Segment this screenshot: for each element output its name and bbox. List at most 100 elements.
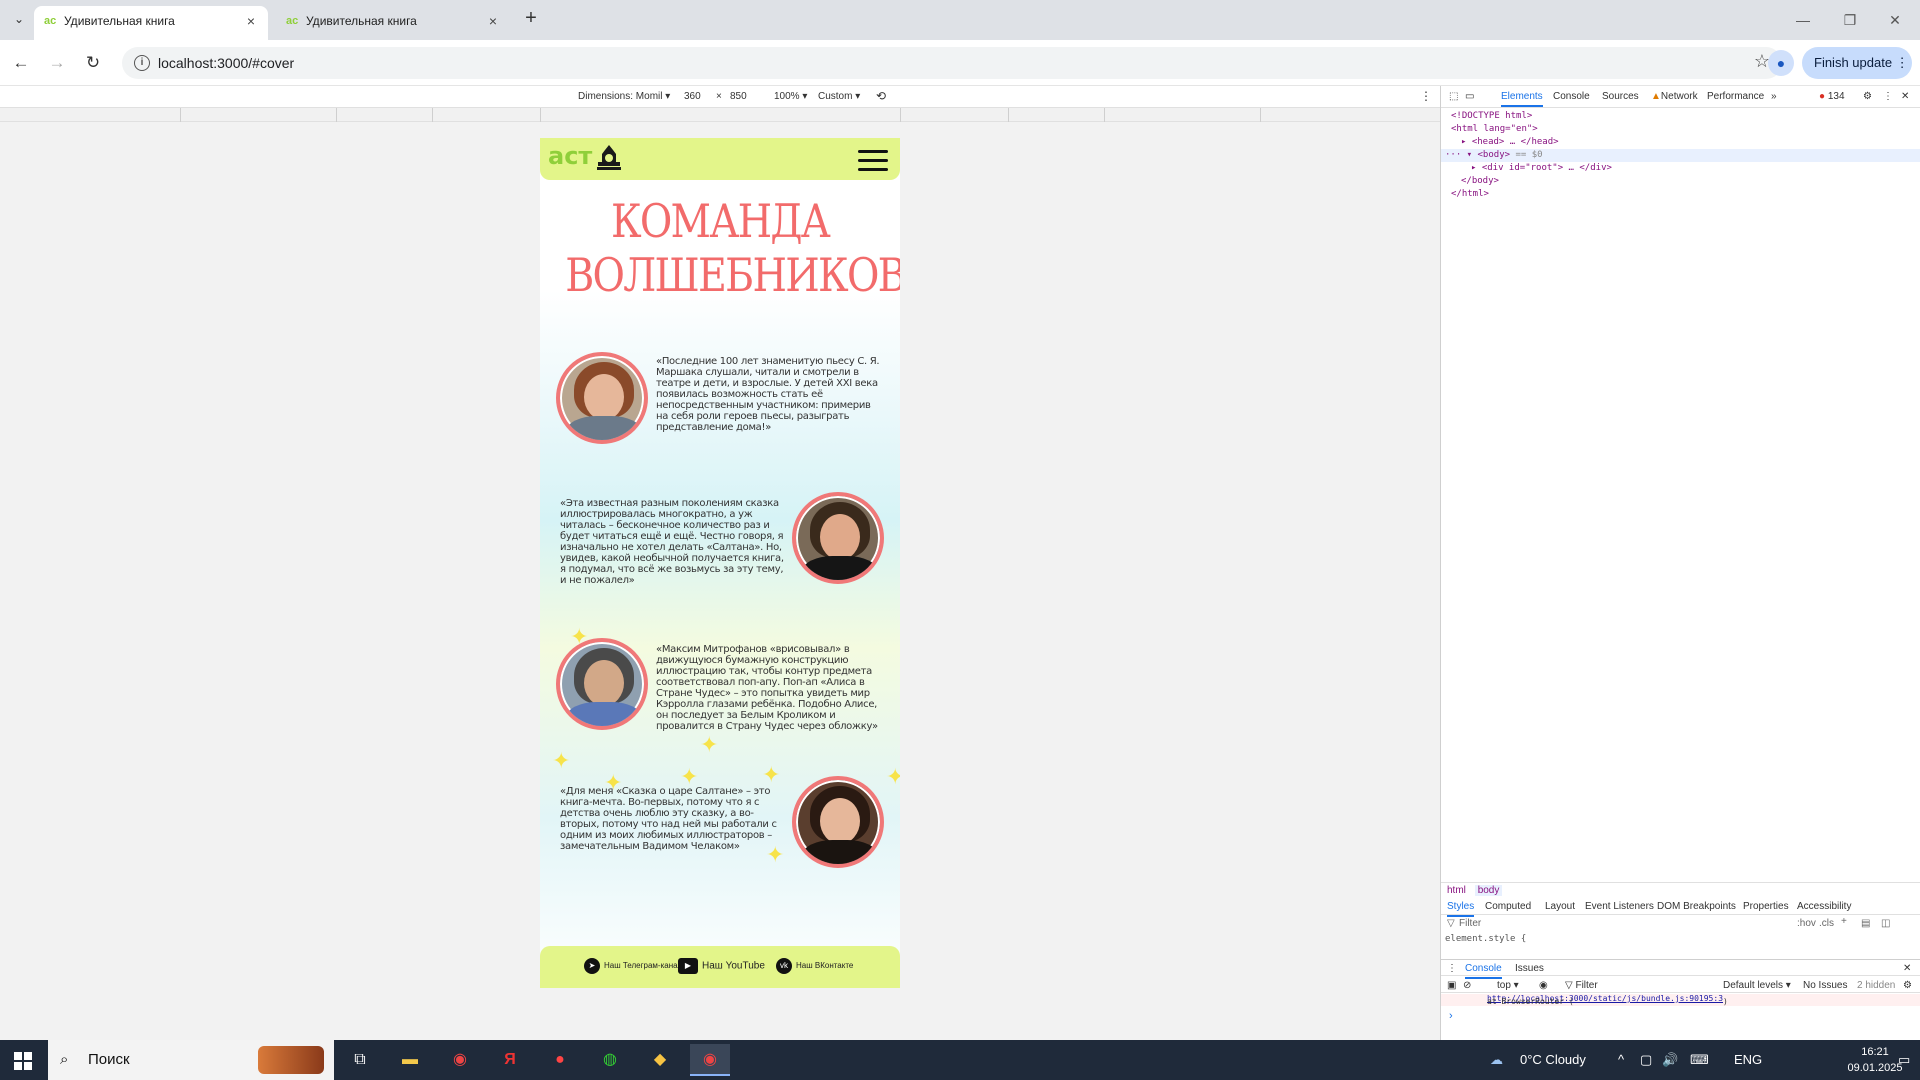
tab-sources[interactable]: Sources — [1602, 91, 1639, 102]
rotate-icon[interactable]: ⟲ — [876, 89, 886, 103]
spotify-icon[interactable]: ◍ — [590, 1044, 630, 1076]
telegram-link[interactable]: ➤ Наш Телеграм-канал — [584, 958, 682, 974]
tray-overflow-icon[interactable]: ^ — [1618, 1040, 1624, 1080]
menu-burger-button[interactable] — [858, 150, 888, 172]
context-selector[interactable]: top ▾ — [1497, 980, 1519, 991]
dom-html[interactable]: <html lang="en"> — [1441, 123, 1920, 136]
devtools-menu-icon[interactable]: ⋮ — [1883, 91, 1893, 102]
more-tabs-icon[interactable]: » — [1771, 91, 1777, 102]
close-drawer-icon[interactable]: ✕ — [1903, 963, 1911, 974]
log-levels-dropdown[interactable]: Default levels ▾ — [1723, 980, 1791, 991]
dom-html-close[interactable]: </html> — [1441, 188, 1920, 201]
tab-dom-breakpoints[interactable]: DOM Breakpoints — [1657, 901, 1736, 912]
zoom-dropdown[interactable]: 100% ▾ — [774, 91, 807, 102]
media-query-ruler[interactable] — [0, 108, 1440, 122]
sparkle-icon: ✦ — [886, 764, 900, 789]
error-counter[interactable]: ● 134 — [1819, 91, 1845, 102]
styles-filter-input[interactable]: Filter — [1459, 918, 1481, 929]
dimensions-dropdown[interactable]: Dimensions: Momil ▾ — [578, 91, 670, 102]
sidebar-toggle-icon[interactable]: ◫ — [1881, 918, 1890, 929]
element-style-rule[interactable]: element.style { — [1445, 934, 1526, 944]
ast-logo[interactable]: аст — [548, 142, 592, 170]
chrome-open-icon[interactable]: ◉ — [690, 1044, 730, 1076]
yandex-browser-icon[interactable]: ● — [540, 1044, 580, 1076]
youtube-label: Наш YouTube — [702, 960, 765, 972]
tab-layout[interactable]: Layout — [1545, 901, 1575, 912]
tab-computed[interactable]: Computed — [1485, 901, 1531, 912]
finish-update-label: Finish update — [1814, 55, 1893, 70]
tab-network[interactable]: ▲Network — [1651, 91, 1698, 102]
volume-icon[interactable]: 🔊 — [1662, 1040, 1678, 1080]
site-info-icon[interactable]: i — [134, 55, 150, 71]
close-window-button[interactable]: ✕ — [1880, 8, 1910, 32]
live-expression-icon[interactable]: ◉ — [1539, 980, 1548, 991]
tab-styles[interactable]: Styles — [1447, 901, 1475, 917]
tab-accessibility[interactable]: Accessibility — [1797, 901, 1851, 912]
console-filter-input[interactable]: ▽ Filter — [1565, 980, 1598, 991]
clear-console-icon[interactable]: ⊘ — [1463, 980, 1471, 991]
throttle-dropdown[interactable]: Custom ▾ — [818, 91, 860, 102]
crumb-body[interactable]: body — [1474, 885, 1503, 896]
new-tab-button[interactable]: + — [520, 8, 542, 30]
close-devtools-icon[interactable]: ✕ — [1901, 91, 1909, 102]
vk-link[interactable]: vk Наш ВКонтакте — [776, 958, 853, 974]
tab-elements[interactable]: Elements — [1501, 91, 1543, 107]
height-input[interactable]: 850 — [730, 91, 747, 102]
hov-toggle[interactable]: :hov — [1797, 918, 1816, 929]
dom-root-div[interactable]: ▸ <div id="root"> … </div> — [1441, 162, 1920, 175]
close-tab-icon[interactable]: × — [244, 14, 258, 29]
dom-body-close[interactable]: </body> — [1441, 175, 1920, 188]
drawer-tab-issues[interactable]: Issues — [1515, 963, 1544, 974]
task-view-icon[interactable]: ⧉ — [340, 1044, 380, 1076]
file-explorer-icon[interactable]: ▬ — [390, 1044, 430, 1076]
dom-body[interactable]: ··· ▾ <body> == $0 — [1441, 149, 1920, 162]
inspect-icon[interactable]: ⬚ — [1449, 91, 1458, 102]
console-sidebar-icon[interactable]: ▣ — [1447, 980, 1456, 991]
log-levels-label: Default levels — [1723, 980, 1784, 991]
weather-icon[interactable]: ☁ — [1490, 1040, 1503, 1080]
dom-tree[interactable]: <!DOCTYPE html> <html lang="en"> ▸ <head… — [1441, 110, 1920, 201]
youtube-link[interactable]: ▶ Наш YouTube — [678, 958, 765, 975]
tab-console[interactable]: Console — [1553, 91, 1590, 102]
taskbar-search[interactable]: ⌕ Поиск — [48, 1040, 334, 1080]
notifications-icon[interactable]: ▭ — [1898, 1040, 1910, 1080]
chrome-icon[interactable]: ◉ — [440, 1044, 480, 1076]
reload-button[interactable]: ↻ — [80, 50, 106, 76]
weather-text[interactable]: 0°C Cloudy — [1520, 1040, 1586, 1080]
crumb-html[interactable]: html — [1447, 885, 1466, 896]
profile-avatar[interactable]: ● — [1768, 50, 1794, 76]
tab-active[interactable]: ас Удивительная книга × — [34, 6, 268, 40]
no-issues-badge[interactable]: No Issues — [1803, 980, 1847, 991]
more-options-icon[interactable]: ⋮ — [1420, 89, 1432, 103]
drawer-menu-icon[interactable]: ⋮ — [1447, 963, 1457, 974]
console-settings-gear-icon[interactable]: ⚙ — [1903, 980, 1912, 991]
tab-properties[interactable]: Properties — [1743, 901, 1789, 912]
minimize-button[interactable]: — — [1788, 8, 1818, 32]
add-rule-icon[interactable]: + — [1841, 916, 1847, 927]
dom-doctype[interactable]: <!DOCTYPE html> — [1441, 110, 1920, 123]
start-button[interactable] — [14, 1052, 32, 1070]
width-input[interactable]: 360 — [684, 91, 701, 102]
keyboard-icon[interactable]: ⌨ — [1690, 1040, 1709, 1080]
cls-toggle[interactable]: .cls — [1819, 918, 1834, 929]
vk-label: Наш ВКонтакте — [796, 961, 854, 971]
finish-update-button[interactable]: Finish update ⋮ — [1802, 47, 1912, 79]
git-app-icon[interactable]: ◆ — [640, 1044, 680, 1076]
tab-inactive[interactable]: ас Удивительная книга × — [276, 6, 510, 40]
device-toggle-icon[interactable]: ▭ — [1465, 91, 1474, 102]
address-bar[interactable]: i localhost:3000/#cover ☆ — [122, 47, 1782, 79]
close-tab-icon[interactable]: × — [486, 14, 500, 29]
computed-styles-icon[interactable]: ▤ — [1861, 918, 1870, 929]
restore-button[interactable]: ❐ — [1835, 8, 1865, 32]
language-indicator[interactable]: ENG — [1734, 1040, 1762, 1080]
forward-button[interactable]: → — [44, 50, 70, 76]
tab-search-button[interactable]: ⌄ — [8, 8, 30, 30]
dom-head[interactable]: ▸ <head> … </head> — [1441, 136, 1920, 149]
yandex-icon[interactable]: Я — [490, 1044, 530, 1076]
console-prompt[interactable]: › — [1449, 1010, 1453, 1022]
back-button[interactable]: ← — [8, 50, 34, 76]
tab-performance[interactable]: Performance — [1707, 91, 1764, 102]
tab-event-listeners[interactable]: Event Listeners — [1585, 901, 1654, 912]
settings-gear-icon[interactable]: ⚙ — [1863, 91, 1872, 102]
tray-app-icon[interactable]: ▢ — [1640, 1040, 1652, 1080]
